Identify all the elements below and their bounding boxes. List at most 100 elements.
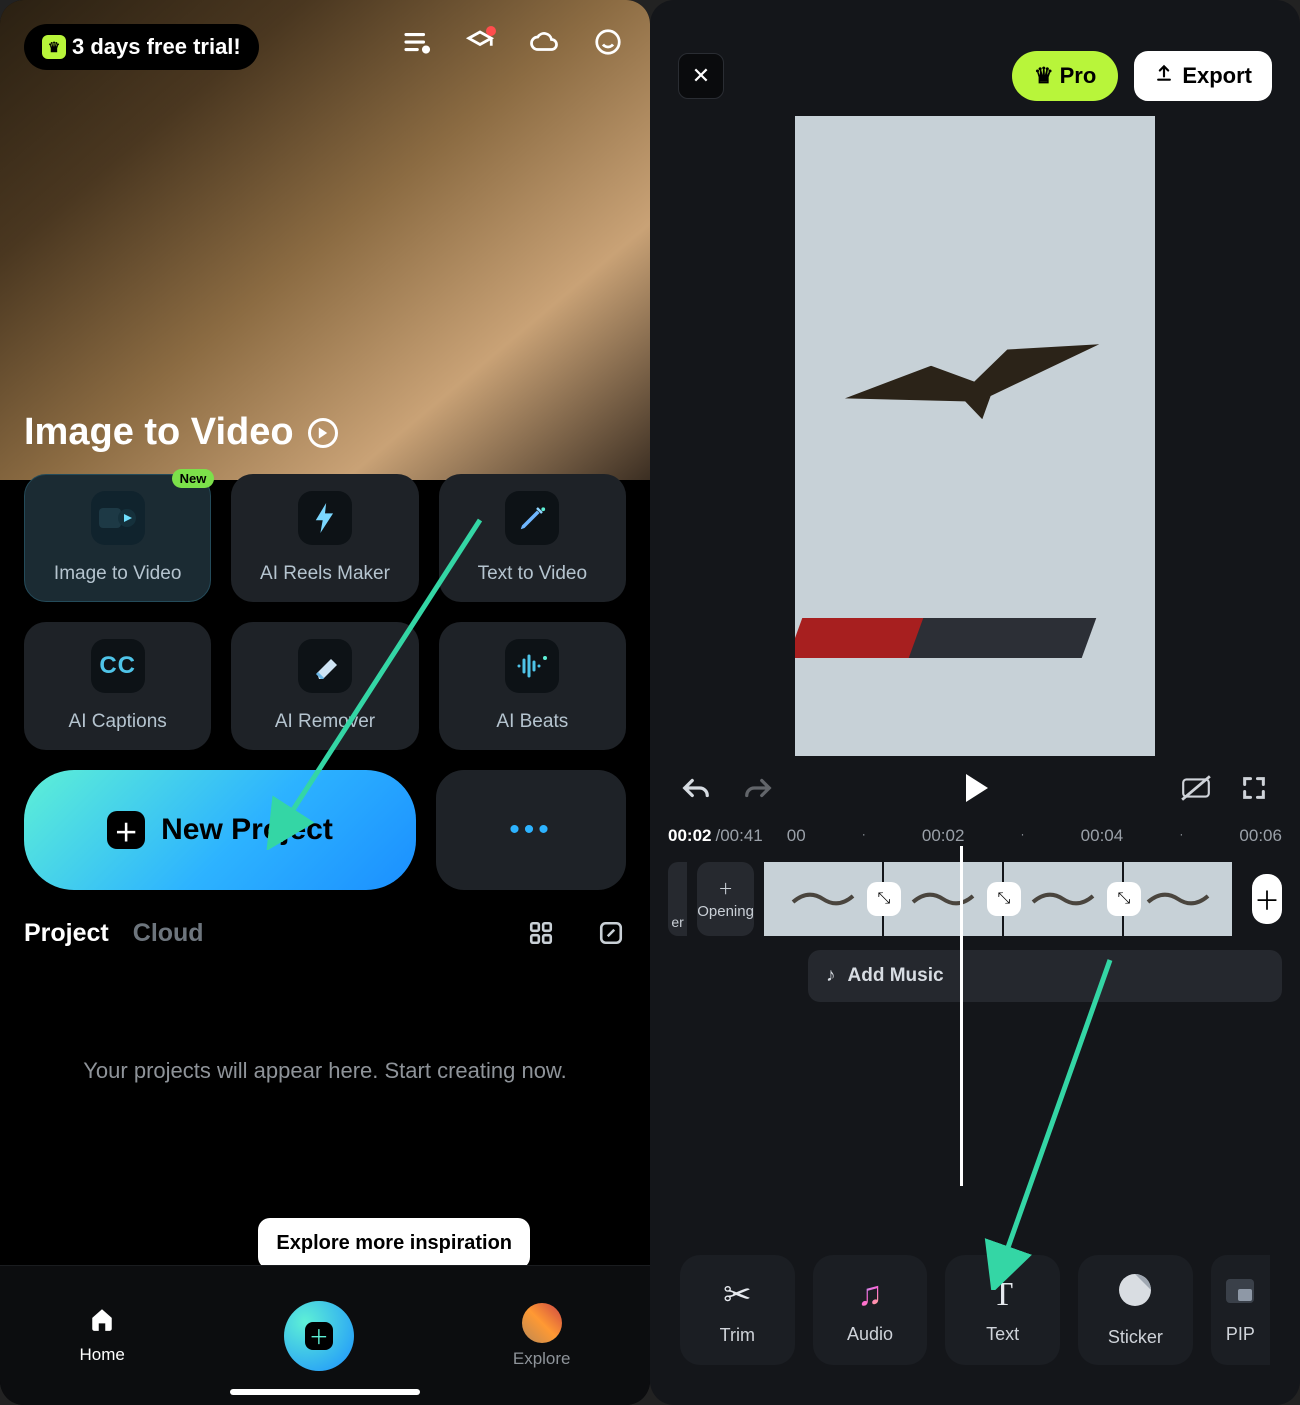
tray-label: Trim (720, 1325, 755, 1346)
redo-button[interactable] (740, 770, 776, 806)
tool-label: AI Remover (275, 711, 375, 733)
transition-chip[interactable]: ⤡ (867, 882, 901, 916)
free-trial-label: 3 days free trial! (72, 34, 241, 60)
close-button[interactable]: ✕ (678, 53, 724, 99)
crown-icon: ♛ (42, 35, 66, 59)
clip-thumb[interactable] (764, 862, 884, 936)
clip-stub[interactable]: er (668, 862, 687, 936)
settings-lines-icon[interactable] (398, 24, 434, 60)
notification-dot-icon (486, 26, 496, 36)
transition-chip[interactable]: ⤡ (987, 882, 1021, 916)
pro-button[interactable]: ♛ Pro (1012, 51, 1118, 101)
tool-ai-reels[interactable]: AI Reels Maker (231, 474, 418, 602)
sticker-icon (1117, 1272, 1153, 1317)
nav-explore-label: Explore (513, 1349, 571, 1369)
tool-ai-remover[interactable]: AI Remover (231, 622, 418, 750)
tick: 00:04 (1081, 826, 1124, 846)
tick-dot: · (1021, 826, 1025, 846)
new-badge: New (172, 469, 215, 488)
tool-label: Text to Video (478, 563, 588, 585)
play-button[interactable] (959, 770, 995, 806)
tray-trim[interactable]: ✂ Trim (680, 1255, 795, 1365)
clip-thumb[interactable] (1004, 862, 1124, 936)
free-trial-pill[interactable]: ♛ 3 days free trial! (24, 24, 259, 70)
plus-icon: ＋ (305, 1322, 333, 1350)
more-button[interactable]: ••• (436, 770, 626, 890)
hero-title: Image to Video (24, 411, 294, 454)
video-preview[interactable] (795, 116, 1155, 756)
nav-home[interactable]: Home (80, 1306, 125, 1365)
add-music-row[interactable]: ♪ Add Music (808, 950, 1282, 1002)
hero: ♛ 3 days free trial! Image to Video (0, 0, 650, 480)
education-icon[interactable] (462, 24, 498, 60)
tick-dot: · (862, 826, 866, 846)
pro-label: Pro (1060, 63, 1097, 89)
timeline[interactable]: er ＋ Opening ⤡ ⤡ ⤡ (650, 846, 1300, 1066)
tool-label: AI Captions (69, 711, 167, 733)
nav-explore[interactable]: Explore (513, 1303, 571, 1369)
image-to-video-icon (91, 491, 145, 545)
cloud-icon[interactable] (526, 24, 562, 60)
tool-ai-beats[interactable]: AI Beats (439, 622, 626, 750)
tool-label: AI Reels Maker (260, 563, 390, 585)
grid-view-icon[interactable] (526, 918, 556, 948)
opening-clip[interactable]: ＋ Opening (697, 862, 754, 936)
tool-ai-captions[interactable]: CC AI Captions (24, 622, 211, 750)
tab-project[interactable]: Project (24, 919, 109, 948)
home-icon (89, 1306, 115, 1339)
crown-icon: ♛ (1034, 63, 1054, 89)
export-button[interactable]: Export (1134, 51, 1272, 101)
opening-label: Opening (697, 903, 754, 920)
new-project-label: New Project (161, 813, 333, 847)
tab-cloud[interactable]: Cloud (133, 919, 204, 948)
add-music-label: Add Music (848, 965, 944, 987)
bottom-nav: Home ＋ Explore (0, 1265, 650, 1405)
play-circle-icon (308, 418, 338, 448)
play-icon (966, 774, 988, 802)
empty-projects-message: Your projects will appear here. Start cr… (0, 948, 650, 1084)
plus-icon: ＋ (107, 811, 145, 849)
clip-thumb[interactable] (884, 862, 1004, 936)
playhead[interactable] (960, 846, 963, 1186)
hdr-toggle-button[interactable] (1178, 770, 1214, 806)
eraser-icon (298, 639, 352, 693)
lower-third-overlay (795, 608, 1083, 658)
nav-create-button[interactable]: ＋ (284, 1301, 354, 1371)
transition-chip[interactable]: ⤡ (1107, 882, 1141, 916)
smile-icon[interactable] (590, 24, 626, 60)
tool-text-to-video[interactable]: Text to Video (439, 474, 626, 602)
projects-tabs: Project Cloud (0, 890, 650, 948)
cc-icon: CC (91, 639, 145, 693)
edit-square-icon[interactable] (596, 918, 626, 948)
tool-image-to-video[interactable]: New Image to Video (24, 474, 211, 602)
tray-audio[interactable]: ♫ Audio (813, 1255, 928, 1365)
player-controls (650, 756, 1300, 806)
nav-home-label: Home (80, 1345, 125, 1365)
undo-button[interactable] (678, 770, 714, 806)
tray-sticker[interactable]: Sticker (1078, 1255, 1193, 1365)
video-track[interactable]: ⤡ ⤡ ⤡ (764, 862, 1234, 936)
time-total: /00:41 (715, 826, 762, 846)
tool-tray: ✂ Trim ♫ Audio T Text Sticker PIP (650, 1255, 1300, 1365)
tray-text[interactable]: T Text (945, 1255, 1060, 1365)
tray-pip[interactable]: PIP (1211, 1255, 1270, 1365)
timeline-header: 00:02 /00:41 00 · 00:02 · 00:04 · 00:06 (650, 806, 1300, 846)
new-project-button[interactable]: ＋ New Project (24, 770, 416, 890)
music-note-icon: ♪ (826, 965, 836, 987)
text-icon: T (992, 1276, 1013, 1314)
preview-subject-icon (841, 324, 1110, 447)
upload-icon (1154, 63, 1174, 89)
tray-label: PIP (1226, 1324, 1255, 1345)
topbar-icons (398, 24, 626, 60)
music-icon: ♫ (857, 1275, 883, 1314)
tray-label: Text (986, 1324, 1019, 1345)
hero-title-row[interactable]: Image to Video (24, 411, 338, 454)
add-clip-button[interactable]: ＋ (1252, 874, 1282, 924)
tool-label: Image to Video (54, 563, 181, 585)
bolt-icon (298, 491, 352, 545)
explore-tooltip: Explore more inspiration (258, 1218, 530, 1269)
time-current: 00:02 (668, 826, 711, 846)
explore-avatar-icon (522, 1303, 562, 1343)
fullscreen-button[interactable] (1236, 770, 1272, 806)
beats-icon (505, 639, 559, 693)
